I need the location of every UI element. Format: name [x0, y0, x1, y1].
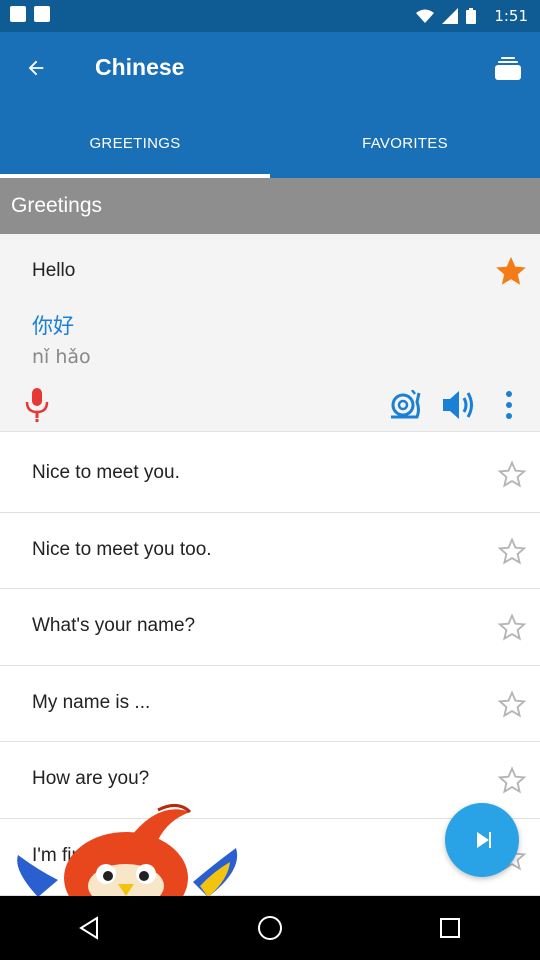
wifi-icon: [416, 9, 434, 23]
phrase-text: Nice to meet you too.: [32, 538, 212, 560]
battery-icon: [466, 8, 476, 24]
phrase-text: How are you?: [32, 768, 150, 790]
phrase-text: Nice to meet you.: [32, 462, 180, 483]
tab-greetings[interactable]: GREETINGS: [0, 108, 270, 178]
phrase-row[interactable]: Nice to meet you too.: [0, 512, 540, 590]
snail-icon[interactable]: [389, 389, 421, 425]
mascot-bird-image: [8, 800, 248, 897]
tab-favorites[interactable]: FAVORITES: [270, 108, 540, 178]
page-title: Chinese: [95, 54, 185, 80]
home-circle-icon: [258, 916, 282, 940]
status-bar: 1:51: [0, 0, 540, 32]
star-outline-icon[interactable]: [496, 535, 528, 572]
stack-button[interactable]: [490, 50, 526, 86]
status-icons: [416, 8, 476, 24]
phrase-pinyin: nǐ hǎo: [32, 346, 91, 368]
back-button[interactable]: [18, 50, 54, 86]
favorite-star-icon[interactable]: [494, 254, 528, 293]
notification-square-icon: [10, 6, 26, 22]
speaker-icon[interactable]: [441, 388, 477, 427]
star-outline-icon[interactable]: [496, 611, 528, 648]
phrase-row[interactable]: My name is ...: [0, 665, 540, 743]
phrase-english: Hello: [32, 260, 76, 281]
nav-recents-button[interactable]: [420, 898, 480, 958]
app-bar: Chinese GREETINGS FAVORITES: [0, 32, 540, 178]
recents-square-icon: [440, 918, 460, 938]
star-outline-icon[interactable]: [496, 764, 528, 801]
tab-bar: GREETINGS FAVORITES: [0, 108, 540, 178]
signal-icon: [442, 8, 458, 24]
nav-back-button[interactable]: [60, 898, 120, 958]
play-icon: [477, 832, 491, 848]
phrase-text: What's your name?: [32, 615, 196, 637]
star-outline-icon[interactable]: [496, 458, 528, 495]
stack-icon: [495, 57, 521, 80]
phrase-row[interactable]: What's your name?: [0, 589, 540, 666]
arrow-left-icon: [28, 60, 44, 76]
section-header: Greetings: [0, 178, 540, 234]
nav-home-button[interactable]: [240, 898, 300, 958]
more-vert-icon[interactable]: [503, 388, 515, 427]
status-time: 1:51: [494, 7, 528, 25]
phrase-chinese: 你好: [32, 314, 74, 338]
phrase-row[interactable]: Nice to meet you.: [0, 436, 540, 513]
navigation-bar: [0, 896, 540, 960]
notification-square-icon: [34, 6, 50, 22]
expanded-phrase-card[interactable]: Hello 你好 nǐ hǎo: [0, 234, 540, 432]
phrase-text: My name is ...: [32, 691, 151, 713]
status-notifications: [10, 6, 50, 22]
back-triangle-icon: [79, 916, 98, 940]
microphone-icon[interactable]: [24, 388, 50, 427]
star-outline-icon[interactable]: [496, 688, 528, 725]
play-button[interactable]: [445, 803, 519, 877]
